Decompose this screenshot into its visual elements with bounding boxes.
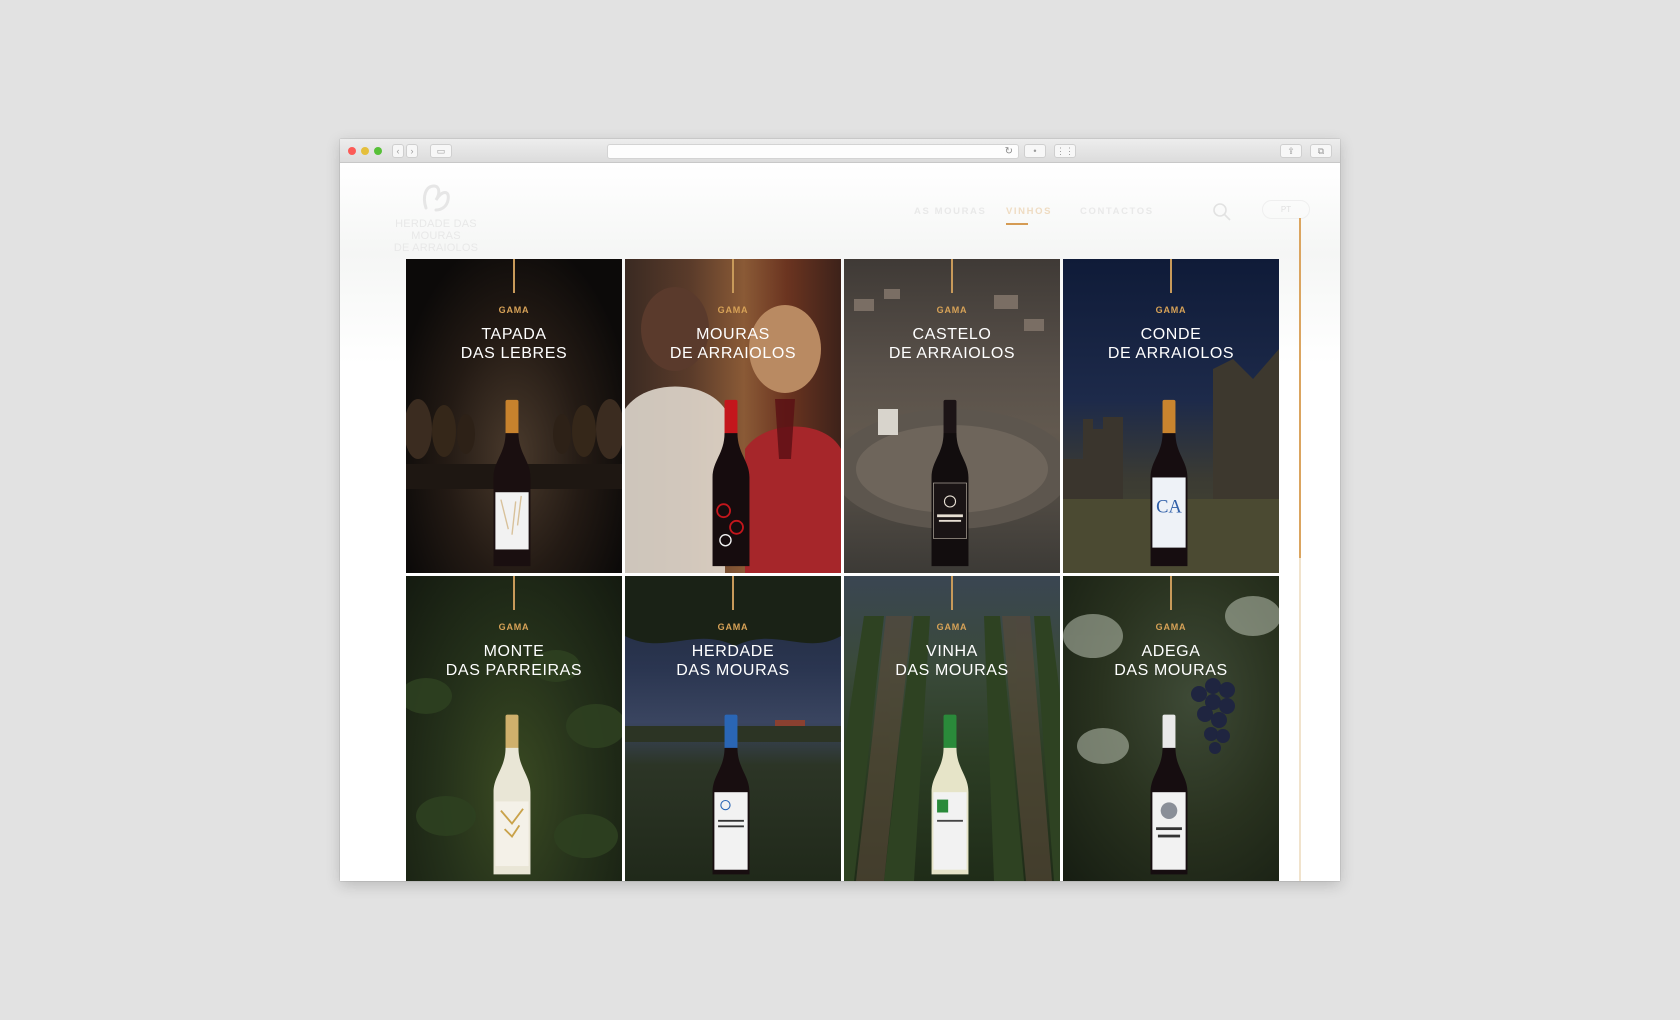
back-icon[interactable]: ‹ (392, 144, 404, 158)
range-title: ADEGA DAS MOURAS (1063, 642, 1279, 680)
range-card-mouras-de-arraiolos[interactable]: GAMA MOURAS DE ARRAIOLOS (625, 259, 841, 573)
range-title: MONTE DAS PARREIRAS (406, 642, 622, 680)
close-window-button[interactable] (348, 147, 356, 155)
range-title-line2: DAS LEBRES (460, 345, 568, 362)
range-title: TAPADA DAS LEBRES (406, 325, 622, 363)
website: HERDADE DAS MOURAS DE ARRAIOLOS AS MOURA… (340, 164, 1340, 881)
range-card-tapada-das-lebres[interactable]: GAMA TAPADA DAS LEBRES (406, 259, 622, 573)
range-card-adega-das-mouras[interactable]: GAMA ADEGA DAS MOURAS (1063, 576, 1279, 881)
tabs-icon[interactable]: ⧉ (1310, 144, 1332, 158)
range-title: CONDE DE ARRAIOLOS (1063, 325, 1279, 363)
hang-line (1170, 259, 1172, 293)
range-title-line2: DE ARRAIOLOS (888, 345, 1016, 362)
range-card-monte-das-parreiras[interactable]: GAMA MONTE DAS PARREIRAS (406, 576, 622, 881)
hang-line (1170, 576, 1172, 610)
range-title-line1: TAPADA (481, 326, 547, 343)
wine-bottle-image: CA (1150, 399, 1188, 567)
logo-text-line2: DE ARRAIOLOS (393, 242, 479, 254)
range-title: MOURAS DE ARRAIOLOS (625, 325, 841, 363)
nav-item-contactos[interactable]: CONTACTOS (1080, 206, 1154, 217)
browser-toolbar: ‹ › ▭ ↻ • ⋮⋮ ⇪ ⧉ (340, 139, 1340, 163)
range-card-vinha-das-mouras[interactable]: GAMA VINHA DAS MOURAS (844, 576, 1060, 881)
range-title: CASTELO DE ARRAIOLOS (844, 325, 1060, 363)
scroll-thumb[interactable] (1299, 218, 1301, 558)
address-bar[interactable]: ↻ (607, 144, 1019, 159)
forward-icon[interactable]: › (406, 144, 418, 158)
range-title-line1: CASTELO (912, 326, 992, 343)
wine-bottle-image (712, 399, 750, 567)
range-title-line2: DAS PARREIRAS (445, 662, 583, 679)
search-icon[interactable] (1212, 202, 1232, 222)
minimize-window-button[interactable] (361, 147, 369, 155)
range-card-castelo-de-arraiolos[interactable]: GAMA CASTELO DE ARRAIOLOS (844, 259, 1060, 573)
range-kicker: GAMA (498, 622, 530, 632)
reader-icon[interactable]: • (1024, 144, 1046, 158)
hang-line (513, 259, 515, 293)
range-kicker: GAMA (498, 305, 530, 315)
range-title-line1: CONDE (1140, 326, 1202, 343)
reload-icon[interactable]: ↻ (1005, 145, 1013, 158)
range-card-conde-de-arraiolos[interactable]: GAMA CONDE DE ARRAIOLOS CA (1063, 259, 1279, 573)
hang-line (951, 576, 953, 610)
wine-bottle-image (931, 714, 969, 875)
range-kicker: GAMA (717, 305, 749, 315)
language-button[interactable]: PT (1262, 200, 1310, 219)
hang-line (951, 259, 953, 293)
svg-text:CA: CA (1156, 497, 1182, 517)
range-title-line1: ADEGA (1141, 643, 1201, 660)
range-title-line2: DAS MOURAS (895, 662, 1009, 679)
range-title-line1: MOURAS (696, 326, 770, 343)
range-title-line2: DE ARRAIOLOS (1107, 345, 1235, 362)
wine-bottle-image (493, 714, 531, 875)
logo-icon (422, 184, 450, 212)
range-title-line2: DE ARRAIOLOS (669, 345, 797, 362)
wine-range-grid: GAMA TAPADA DAS LEBRES GAMA MOURAS DE AR… (406, 259, 1281, 881)
range-title-line1: VINHA (926, 643, 978, 660)
range-kicker: GAMA (936, 305, 968, 315)
range-title-line2: DAS MOURAS (1114, 662, 1228, 679)
nav-item-vinhos[interactable]: VINHOS (1006, 206, 1053, 225)
range-title: VINHA DAS MOURAS (844, 642, 1060, 680)
browser-window: ‹ › ▭ ↻ • ⋮⋮ ⇪ ⧉ HERDADE DAS MOURAS DE A… (340, 139, 1340, 881)
range-kicker: GAMA (1155, 622, 1187, 632)
wine-bottle-image (712, 714, 750, 875)
logo-text-line1: HERDADE DAS MOURAS (395, 218, 477, 242)
nav-item-as-mouras[interactable]: AS MOURAS (914, 206, 986, 217)
share-icon[interactable]: ⇪ (1280, 144, 1302, 158)
range-title: HERDADE DAS MOURAS (625, 642, 841, 680)
wine-bottle-image (493, 399, 531, 567)
wine-bottle-image (1150, 714, 1188, 875)
range-card-herdade-das-mouras[interactable]: GAMA HERDADE DAS MOURAS (625, 576, 841, 881)
hang-line (732, 576, 734, 610)
range-kicker: GAMA (1155, 305, 1187, 315)
site-logo[interactable]: HERDADE DAS MOURAS DE ARRAIOLOS (374, 178, 498, 254)
range-kicker: GAMA (717, 622, 749, 632)
range-title-line2: DAS MOURAS (676, 662, 790, 679)
wine-bottle-image (931, 399, 969, 567)
active-nav-indicator (1006, 223, 1028, 225)
range-kicker: GAMA (936, 622, 968, 632)
grid-icon[interactable]: ⋮⋮ (1054, 144, 1076, 158)
range-title-line1: HERDADE (691, 643, 775, 660)
sidebar-icon[interactable]: ▭ (430, 144, 452, 158)
hang-line (732, 259, 734, 293)
hang-line (513, 576, 515, 610)
zoom-window-button[interactable] (374, 147, 382, 155)
nav-item-label: VINHOS (1006, 206, 1053, 217)
range-title-line1: MONTE (483, 643, 545, 660)
